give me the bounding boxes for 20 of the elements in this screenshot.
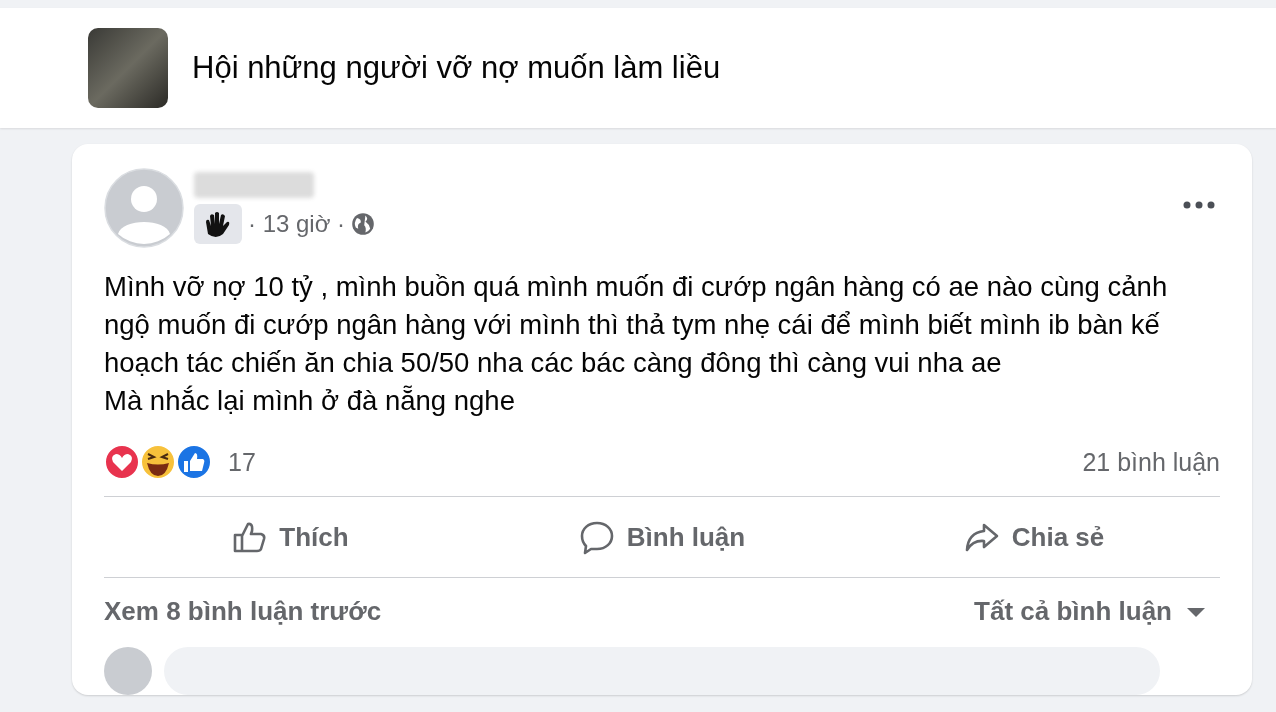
post-time[interactable]: · 13 giờ · xyxy=(248,210,346,238)
caret-icon xyxy=(1186,605,1206,618)
more-options-icon[interactable] xyxy=(1182,200,1216,210)
like-button[interactable]: Thích xyxy=(104,503,476,571)
avatar-icon[interactable] xyxy=(104,168,184,248)
view-previous-comments-link[interactable]: Xem 8 bình luận trước xyxy=(104,596,382,627)
post-text: Mà nhắc lại mình ở đà nẵng nghe xyxy=(104,384,516,418)
comment-input-field[interactable] xyxy=(164,647,1160,695)
avatar-placeholder xyxy=(104,647,152,695)
post-text: Mình vỡ nợ 10 tỷ , mình buồn quá mình muốn đi cướp ngân hàng có ae nào cùng cảnh ngộ muốn đi cướp ngân hàng với mình thì thả tym nhẹ cái để mình biết mình ib bàn kế hoạch tác chiến ăn chia 50/50 nha các bác càng đông thì càng vui nha ae xyxy=(104,270,1169,380)
group-title[interactable]: Hội những người vỡ nợ muốn làm liều xyxy=(192,50,721,86)
comment-sort-dropdown[interactable]: Tất cả bình luận xyxy=(974,596,1220,627)
globe-icon xyxy=(351,212,376,236)
share-button[interactable]: Chia sẻ xyxy=(848,503,1220,571)
group-photo-placeholder[interactable] xyxy=(88,28,168,108)
reaction-count[interactable]: 17 xyxy=(228,447,256,477)
comment-button[interactable]: Bình luận xyxy=(476,503,848,571)
waving-hand-icon xyxy=(194,204,242,244)
speech-bubble-icon xyxy=(578,519,615,555)
comment-count[interactable]: 21 bình luận xyxy=(1082,447,1220,477)
